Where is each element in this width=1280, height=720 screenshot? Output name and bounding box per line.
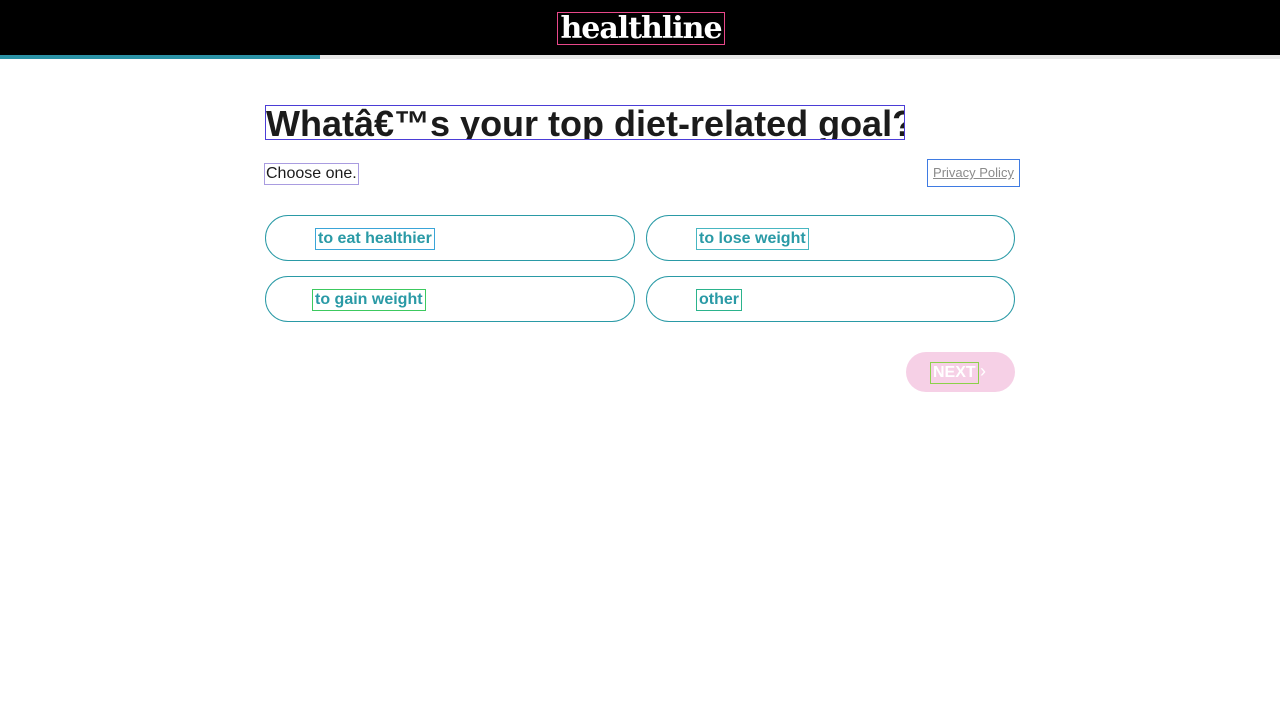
healthline-logo[interactable]: healthline: [557, 12, 725, 45]
chevron-right-icon: ›: [980, 361, 986, 381]
question-instruction: Choose one.: [264, 163, 359, 185]
option-other[interactable]: other: [646, 276, 1015, 322]
top-bar: healthline: [0, 0, 1280, 55]
option-eat-healthier[interactable]: to eat healthier: [265, 215, 635, 261]
option-lose-weight[interactable]: to lose weight: [646, 215, 1015, 261]
option-label: to eat healthier: [315, 228, 435, 250]
progress-fill: [0, 55, 320, 59]
privacy-policy-link[interactable]: Privacy Policy: [927, 159, 1020, 187]
progress-bar: [0, 55, 1280, 59]
next-button[interactable]: NEXT ›: [906, 352, 1015, 392]
option-label: to lose weight: [696, 228, 809, 250]
next-button-label: NEXT: [930, 362, 979, 384]
option-label: other: [696, 289, 742, 311]
option-label: to gain weight: [312, 289, 426, 311]
option-gain-weight[interactable]: to gain weight: [265, 276, 635, 322]
question-title: Whatâ€™s your top diet-related goal?: [265, 105, 905, 140]
logo-text: healthline: [560, 10, 722, 46]
